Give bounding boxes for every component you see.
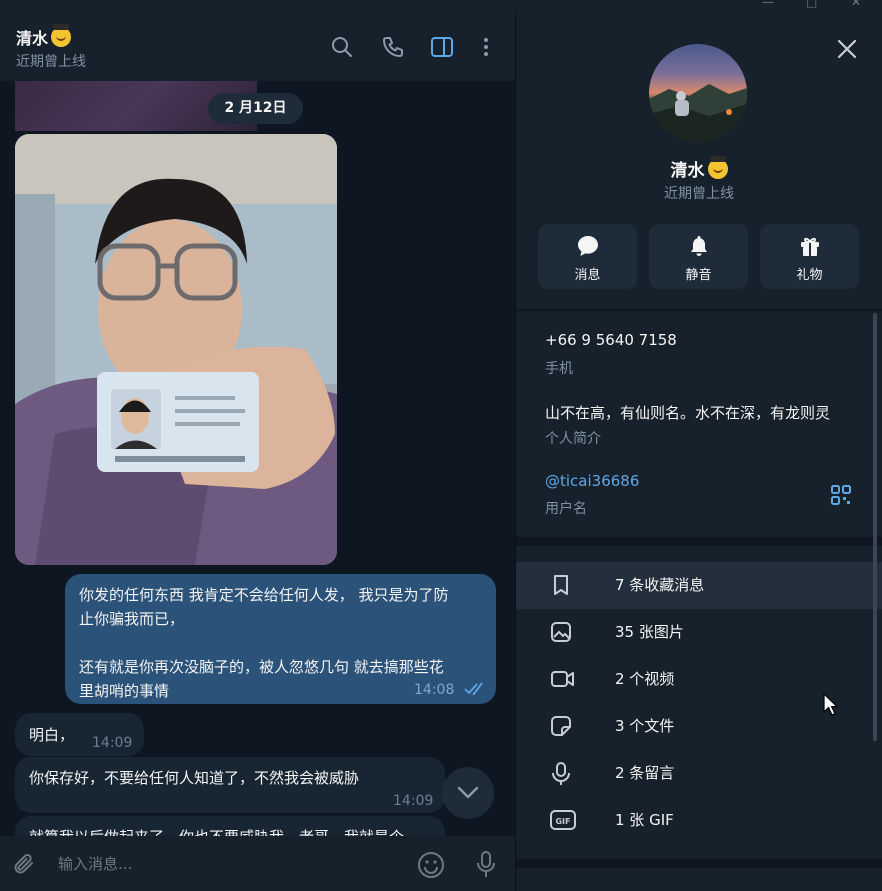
search-icon[interactable] — [330, 35, 354, 59]
media-row-label: 35 张图片 — [615, 623, 684, 641]
bio-label: 个人简介 — [545, 431, 601, 447]
message-line — [79, 631, 489, 655]
maximize-button[interactable]: □ — [806, 0, 817, 9]
window-titlebar: — □ ✕ — [0, 0, 882, 13]
attach-paperclip-icon[interactable] — [12, 852, 36, 876]
file-icon — [551, 716, 571, 736]
phone-label: 手机 — [545, 361, 573, 377]
phone-call-icon[interactable] — [381, 35, 405, 59]
video-icon — [551, 671, 574, 687]
contact-name: 清水 — [16, 29, 49, 48]
message-time: 14:08 — [414, 682, 455, 698]
gift-icon — [801, 237, 819, 256]
avatar[interactable] — [649, 44, 747, 142]
microphone-icon[interactable] — [474, 850, 498, 880]
graduation-emoji-icon — [707, 156, 728, 179]
bookmark-icon — [554, 575, 568, 595]
chat-pane: 清水 近期曾上线 2 月12日 你发的任何东西 我肯定不会给任何人发， 我只是为… — [0, 13, 515, 891]
more-options-icon[interactable] — [474, 35, 498, 59]
media-row-label: 7 条收藏消息 — [615, 576, 705, 594]
outgoing-message[interactable]: 你发的任何东西 我肯定不会给任何人发， 我只是为了防 止你骗我而已， 还有就是你… — [65, 574, 496, 704]
message-composer — [0, 836, 515, 891]
minimize-button[interactable]: — — [762, 0, 774, 9]
action-label: 静音 — [685, 268, 712, 283]
message-text: 明白， — [29, 726, 75, 744]
chat-title[interactable]: 清水 — [16, 24, 72, 49]
media-row-label: 2 条留言 — [615, 764, 675, 782]
message-icon — [578, 236, 598, 256]
message-line: 止你骗我而已， — [79, 610, 185, 628]
media-row-voice[interactable]: 2 条留言 — [516, 750, 882, 797]
section-divider — [516, 309, 882, 311]
qr-code-icon[interactable] — [830, 484, 852, 506]
section-divider — [516, 859, 882, 868]
profile-name: 清水 — [516, 156, 882, 181]
message-text: 你保存好，不要给任何人知道了，不然我会被威胁 — [29, 769, 360, 787]
action-label: 消息 — [574, 268, 601, 283]
emoji-icon[interactable] — [417, 851, 445, 879]
graduation-emoji-icon — [51, 24, 72, 47]
microphone-icon — [552, 762, 570, 785]
bio-text[interactable]: 山不在高，有仙则名。水不在深，有龙则灵 — [545, 402, 830, 423]
message-input[interactable] — [58, 852, 388, 876]
media-row-photos[interactable]: 35 张图片 — [516, 609, 882, 656]
section-divider — [516, 537, 882, 546]
close-icon[interactable] — [836, 38, 858, 60]
message-time: 14:09 — [92, 735, 133, 751]
media-row-saved[interactable]: 7 条收藏消息 — [516, 562, 882, 609]
date-separator: 2 月12日 — [208, 93, 303, 124]
incoming-message[interactable]: 你保存好，不要给任何人知道了，不然我会被威胁 14:09 — [15, 757, 445, 813]
message-action-button[interactable]: 消息 — [538, 224, 637, 289]
gift-action-button[interactable]: 礼物 — [760, 224, 859, 289]
media-row-label: 3 个文件 — [615, 717, 675, 735]
message-time: 14:09 — [393, 793, 434, 809]
profile-name-text: 清水 — [670, 161, 705, 181]
bell-icon — [691, 236, 707, 256]
window-close-button[interactable]: ✕ — [851, 0, 861, 9]
media-row-gifs[interactable]: GIF 1 张 GIF — [516, 797, 882, 844]
gif-icon: GIF — [550, 810, 576, 830]
message-line: 还有就是你再次没脑子的，被人忽悠几句 就去搞那些花 — [79, 658, 444, 676]
action-label: 礼物 — [796, 268, 823, 283]
scroll-to-bottom-button[interactable] — [442, 767, 494, 819]
selfie-with-id-card-image — [15, 134, 337, 565]
sidebar-toggle-icon[interactable] — [430, 35, 454, 59]
phone-number[interactable]: +66 9 5640 7158 — [545, 331, 677, 349]
username-label: 用户名 — [545, 501, 587, 517]
gif-badge-text: GIF — [555, 817, 570, 826]
profile-status: 近期曾上线 — [664, 186, 734, 202]
incoming-message[interactable]: 明白， 14:09 — [15, 713, 144, 756]
mouse-cursor-icon — [823, 693, 838, 716]
chevron-down-icon — [457, 786, 479, 799]
media-row-label: 2 个视频 — [615, 670, 675, 688]
media-row-label: 1 张 GIF — [615, 811, 674, 829]
contact-status: 近期曾上线 — [16, 54, 86, 70]
chat-header[interactable]: 清水 近期曾上线 — [0, 13, 515, 81]
image-icon — [551, 622, 571, 642]
message-line: 你发的任何东西 我肯定不会给任何人发， 我只是为了防 — [79, 586, 449, 604]
profile-scrollbar[interactable] — [873, 313, 877, 741]
username-link[interactable]: @ticai36686 — [545, 472, 639, 490]
double-check-read-icon — [464, 682, 483, 696]
mute-action-button[interactable]: 静音 — [649, 224, 748, 289]
photo-message[interactable] — [15, 134, 337, 565]
avatar-landscape-image — [649, 84, 747, 142]
profile-panel: 清水 近期曾上线 消息 静音 礼物 +66 9 5640 7158 手机 山不在… — [516, 13, 882, 891]
